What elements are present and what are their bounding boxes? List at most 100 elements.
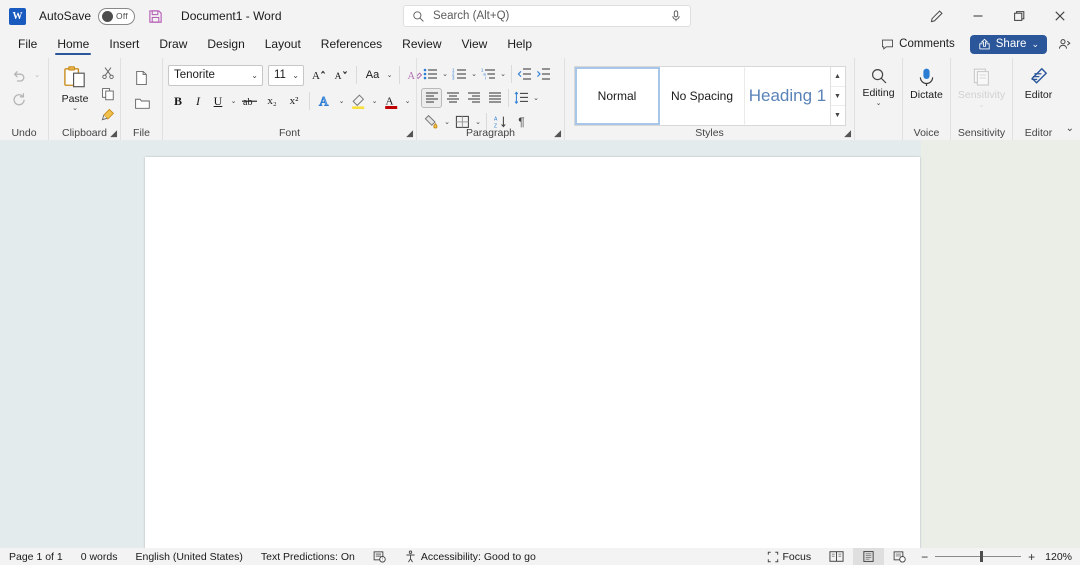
styles-dialog-launcher[interactable]: ◢ [844, 129, 851, 138]
line-spacing-caret-icon[interactable]: ⌄ [531, 88, 541, 108]
font-dialog-launcher[interactable]: ◢ [406, 129, 413, 138]
styles-more-button[interactable]: ▼ [831, 106, 845, 125]
align-left-button[interactable] [421, 88, 442, 108]
shading-button[interactable] [421, 112, 442, 132]
align-right-button[interactable] [463, 88, 484, 108]
document-page[interactable] [145, 157, 920, 548]
copy-button[interactable] [97, 84, 118, 104]
bullets-caret-icon[interactable]: ⌄ [440, 64, 450, 84]
focus-mode-button[interactable]: Focus [758, 548, 821, 565]
font-name-combobox[interactable]: Tenorite ⌄ [168, 65, 263, 86]
tab-draw[interactable]: Draw [150, 34, 196, 56]
bulleted-list-button[interactable] [421, 64, 440, 84]
text-effects-button[interactable]: A [314, 91, 336, 112]
new-document-button[interactable] [130, 67, 154, 89]
undo-button[interactable] [6, 64, 32, 86]
minimize-icon[interactable] [957, 0, 998, 32]
italic-button[interactable]: I [188, 91, 208, 112]
zoom-in-button[interactable]: + [1028, 551, 1035, 563]
undo-dropdown-caret-icon[interactable]: ⌄ [32, 64, 43, 86]
microphone-icon[interactable] [670, 9, 682, 23]
web-layout-button[interactable] [884, 548, 915, 565]
borders-button[interactable] [452, 112, 473, 132]
paragraph-dialog-launcher[interactable]: ◢ [554, 129, 561, 138]
print-layout-button[interactable] [853, 548, 884, 565]
paste-button[interactable]: Paste ⌄ [53, 63, 97, 112]
tab-references[interactable]: References [312, 34, 391, 56]
cut-button[interactable] [97, 63, 118, 83]
line-spacing-button[interactable] [512, 88, 531, 108]
restore-icon[interactable] [998, 0, 1039, 32]
tab-view[interactable]: View [453, 34, 497, 56]
tab-insert[interactable]: Insert [100, 34, 148, 56]
strikethrough-button[interactable]: ab [239, 91, 261, 112]
ribbon-display-options-icon[interactable] [1052, 33, 1076, 55]
save-icon[interactable] [148, 9, 163, 24]
style-item-heading-1[interactable]: Heading 1 [745, 67, 830, 125]
zoom-slider[interactable]: − + [915, 551, 1041, 563]
show-formatting-marks-button[interactable]: ¶ [511, 112, 532, 132]
styles-scroll-down-button[interactable]: ▼ [831, 87, 845, 107]
tab-design[interactable]: Design [198, 34, 253, 56]
zoom-out-button[interactable]: − [921, 551, 928, 563]
zoom-slider-thumb[interactable] [980, 551, 983, 562]
superscript-button[interactable]: x² [283, 91, 305, 112]
open-file-button[interactable] [130, 92, 154, 114]
tab-home[interactable]: Home [48, 34, 98, 56]
accessibility-status[interactable]: Accessibility: Good to go [395, 548, 545, 565]
font-color-caret-icon[interactable]: ⌄ [402, 91, 413, 112]
pen-edit-icon[interactable] [916, 0, 957, 32]
font-color-button[interactable]: A [380, 91, 402, 112]
tab-help[interactable]: Help [498, 34, 541, 56]
increase-indent-button[interactable] [534, 64, 553, 84]
editing-button[interactable]: Editing ⌄ [855, 61, 902, 108]
shrink-font-button[interactable]: A [330, 65, 352, 86]
underline-caret-icon[interactable]: ⌄ [228, 91, 239, 112]
numbering-caret-icon[interactable]: ⌄ [469, 64, 479, 84]
style-item-no-spacing[interactable]: No Spacing [660, 67, 745, 125]
style-item-normal[interactable]: Normal [575, 67, 660, 125]
document-body-text[interactable] [145, 157, 920, 277]
collapse-ribbon-button[interactable]: ⌄ [1066, 123, 1074, 134]
tab-layout[interactable]: Layout [256, 34, 310, 56]
borders-caret-icon[interactable]: ⌄ [473, 112, 483, 132]
sensitivity-button[interactable]: Sensitivity ⌄ [951, 61, 1012, 110]
clipboard-dialog-launcher[interactable]: ◢ [110, 129, 117, 138]
read-mode-button[interactable] [820, 548, 853, 565]
align-center-button[interactable] [442, 88, 463, 108]
highlight-caret-icon[interactable]: ⌄ [369, 91, 380, 112]
redo-button[interactable] [6, 87, 32, 109]
change-case-button[interactable]: Aa [361, 65, 384, 86]
zoom-level-value[interactable]: 120% [1041, 551, 1080, 563]
multilevel-list-button[interactable]: 1 a i [479, 64, 498, 84]
zoom-slider-track[interactable] [935, 556, 1021, 557]
tab-review[interactable]: Review [393, 34, 450, 56]
tab-file[interactable]: File [9, 34, 46, 56]
share-button[interactable]: Share ⌄ [970, 35, 1047, 54]
sort-button[interactable]: A Z [490, 112, 511, 132]
decrease-indent-button[interactable] [515, 64, 534, 84]
word-count[interactable]: 0 words [72, 548, 127, 565]
text-effects-caret-icon[interactable]: ⌄ [336, 91, 347, 112]
bold-button[interactable]: B [168, 91, 188, 112]
shading-caret-icon[interactable]: ⌄ [442, 112, 452, 132]
multilevel-caret-icon[interactable]: ⌄ [498, 64, 508, 84]
change-case-caret-icon[interactable]: ⌄ [384, 65, 395, 86]
comments-button[interactable]: Comments [871, 34, 965, 55]
numbered-list-button[interactable]: 1 2 3 [450, 64, 469, 84]
page-info[interactable]: Page 1 of 1 [0, 548, 72, 565]
text-predictions-indicator[interactable]: Text Predictions: On [252, 548, 364, 565]
format-painter-button[interactable] [97, 105, 118, 125]
styles-scroll-up-button[interactable]: ▲ [831, 67, 845, 87]
proofing-errors-icon[interactable]: ! [364, 548, 395, 565]
close-icon[interactable] [1039, 0, 1080, 32]
text-highlight-button[interactable] [347, 91, 369, 112]
autosave-toggle[interactable]: Off [98, 8, 135, 25]
search-input[interactable]: Search (Alt+Q) [403, 5, 691, 27]
editor-button[interactable]: Editor [1013, 61, 1064, 101]
grow-font-button[interactable]: A [308, 65, 330, 86]
font-size-combobox[interactable]: 11 ⌄ [268, 65, 304, 86]
underline-button[interactable]: U [208, 91, 228, 112]
subscript-button[interactable]: x₂ [261, 91, 283, 112]
language-indicator[interactable]: English (United States) [126, 548, 251, 565]
